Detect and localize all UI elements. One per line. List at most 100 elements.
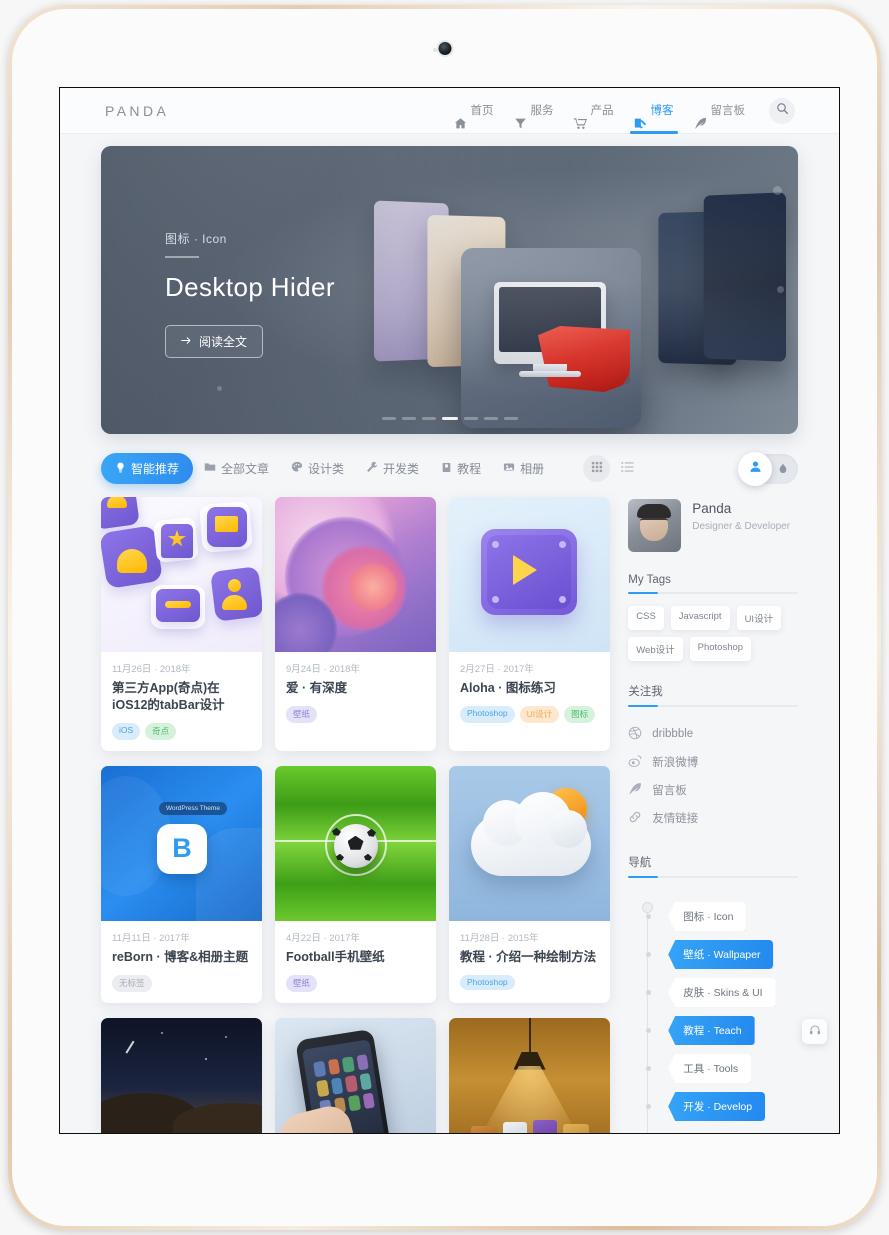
my-tag[interactable]: CSS [628, 606, 664, 630]
card-tag[interactable]: 壁纸 [286, 705, 318, 723]
card-date: 9月24日 · 2018年 [286, 664, 360, 675]
grid-icon [591, 460, 603, 478]
profile-name: Panda [692, 501, 732, 516]
my-tags-title: My Tags [628, 574, 671, 586]
article-card[interactable]: 4月22日 · 2017年 Football手机壁纸 壁纸 [275, 765, 436, 1003]
nav-section-title: 导航 [628, 857, 652, 869]
site-logo[interactable]: PANDA [105, 103, 169, 119]
my-tag[interactable]: UI设计 [736, 606, 782, 630]
hero-decor-dot [777, 286, 784, 293]
timeline-dot [646, 1028, 652, 1033]
card-tag[interactable]: iOS [112, 722, 141, 740]
filter-tab-tutorial[interactable]: 教程 [430, 453, 492, 484]
article-card[interactable]: 11月26日 · 2018年 第三方App(奇点)在iOS12的tabBar设计… [101, 497, 262, 751]
hero-pager-dot[interactable] [503, 417, 518, 420]
nav-item-product[interactable]: 产品 [564, 88, 624, 134]
article-card[interactable]: 9月24日 · 2018年 爱 · 有深度 壁纸 [275, 497, 436, 751]
card-thumbnail [275, 1017, 436, 1133]
article-card[interactable]: 11月28日 · 2015年 教程 · 介绍一种绘制方法 Photoshop [449, 765, 610, 1003]
card-body: 2月27日 · 2017年 Aloha · 图标练习 Photoshop UI设… [449, 652, 610, 734]
user-toggle-knob[interactable] [738, 451, 772, 486]
hero-banner[interactable]: 图标 · Icon Desktop Hider 阅读全文 [101, 146, 798, 434]
profile-text: Panda Designer & Developer [692, 499, 790, 535]
my-tag[interactable]: Javascript [670, 606, 730, 630]
hero-pager-dot[interactable] [401, 417, 416, 420]
card-title: 第三方App(奇点)在iOS12的tabBar设计 [112, 681, 225, 712]
filter-tab-develop[interactable]: 开发类 [355, 453, 430, 484]
article-card[interactable]: WordPress Theme B 11月11日 · 2017年 reBorn … [101, 765, 262, 1003]
my-tag[interactable]: Web设计 [628, 637, 683, 661]
nav-pill-skins[interactable]: 皮肤 · Skins & UI [668, 978, 776, 1007]
timeline-row: 壁纸 · Wallpaper [646, 940, 798, 969]
timeline-row: 工具 · Tools [646, 1054, 798, 1083]
follow-label: 留言板 [652, 785, 687, 797]
blog-icon [634, 104, 647, 129]
nav-pill-develop[interactable]: 开发 · Develop [668, 1092, 766, 1121]
nav-item-blog[interactable]: 博客 [624, 88, 684, 134]
card-date: 11月11日 · 2017年 [112, 932, 190, 944]
card-tag[interactable]: UI设计 [519, 705, 560, 723]
list-view-button[interactable] [616, 458, 638, 480]
filter-label: 设计类 [308, 462, 345, 476]
home-button[interactable] [423, 1053, 477, 1107]
card-date: 4月22日 · 2017年 [286, 932, 360, 944]
nav-pill-tools[interactable]: 工具 · Tools [668, 1054, 752, 1083]
article-card[interactable]: 11月20日 · 2015年 flyme手机主题 Photoshop UI设计 [275, 1017, 436, 1133]
follow-link-weibo[interactable]: 新浪微博 [628, 748, 798, 776]
card-tags: Photoshop [460, 974, 599, 990]
nav-label: 产品 [590, 104, 614, 117]
filter-icon [514, 104, 527, 129]
filter-tab-album[interactable]: 相册 [492, 453, 555, 484]
card-tags: 壁纸 [286, 974, 425, 992]
filter-tab-design[interactable]: 设计类 [280, 453, 355, 484]
card-body: 4月22日 · 2017年 Football手机壁纸 壁纸 [275, 921, 436, 1003]
card-tag[interactable]: Photoshop [460, 974, 515, 990]
nav-pill-wallpaper[interactable]: 壁纸 · Wallpaper [668, 940, 774, 969]
cart-icon [573, 104, 587, 130]
tablet-bezel: PANDA 首页 服务 产品 博客 留言板 图标 · Icon Desktop … [12, 9, 877, 1226]
article-card[interactable]: 4月16日 · 2016年 私藏壁纸一张 壁纸 [101, 1017, 262, 1133]
my-tag[interactable]: Photoshop [689, 637, 752, 661]
hero-title: Desktop Hider [165, 272, 335, 302]
card-tags: iOS 奇点 [112, 722, 251, 740]
follow-link-guestbook[interactable]: 留言板 [628, 776, 798, 804]
card-title: reBorn · 博客&相册主题 [112, 949, 249, 964]
card-tag[interactable]: 无标签 [112, 974, 152, 992]
follow-link-dribbble[interactable]: dribbble [628, 720, 798, 748]
nav-item-service[interactable]: 服务 [504, 88, 564, 134]
search-button[interactable] [769, 97, 795, 124]
hero-pager-dot[interactable] [421, 417, 436, 420]
nav-pill-teach[interactable]: 教程 · Teach [668, 1016, 755, 1045]
follow-label: 友情链接 [652, 813, 699, 825]
icon-tile [210, 566, 262, 622]
nav-item-home[interactable]: 首页 [444, 88, 504, 134]
hero-pagination[interactable] [381, 417, 518, 420]
user-mode-toggle[interactable] [738, 451, 798, 486]
card-tag[interactable]: 图标 [564, 705, 596, 723]
nav-pill-icon[interactable]: 图标 · Icon [668, 902, 747, 931]
follow-link-friends[interactable]: 友情链接 [628, 804, 798, 832]
nav-label: 服务 [530, 104, 554, 117]
card-tag[interactable]: Photoshop [460, 705, 515, 723]
filter-tab-recommend[interactable]: 智能推荐 [101, 453, 194, 484]
hero-pager-dot[interactable] [381, 417, 396, 420]
bulb-icon [115, 462, 126, 476]
timeline-dot [646, 952, 652, 957]
avatar[interactable] [628, 499, 682, 552]
card-tag[interactable]: 壁纸 [286, 974, 318, 992]
music-float-button[interactable] [802, 1019, 827, 1044]
card-tag[interactable]: 奇点 [145, 722, 177, 740]
nav-item-guestbook[interactable]: 留言板 [684, 88, 756, 134]
filter-label: 相册 [520, 462, 545, 476]
grid-view-button[interactable] [583, 455, 611, 482]
pen-icon [628, 782, 642, 799]
hero-pager-dot[interactable] [463, 417, 478, 420]
hero-pager-dot[interactable] [483, 417, 498, 420]
filter-tab-all[interactable]: 全部文章 [193, 453, 280, 484]
hero-read-more-button[interactable]: 阅读全文 [165, 325, 264, 358]
article-card[interactable]: 2月27日 · 2017年 Aloha · 图标练习 Photoshop UI设… [449, 497, 610, 751]
book-icon [503, 1121, 527, 1133]
hero-pager-dot-active[interactable] [441, 417, 458, 420]
card-thumbnail [101, 497, 262, 652]
front-camera-icon [438, 42, 451, 55]
